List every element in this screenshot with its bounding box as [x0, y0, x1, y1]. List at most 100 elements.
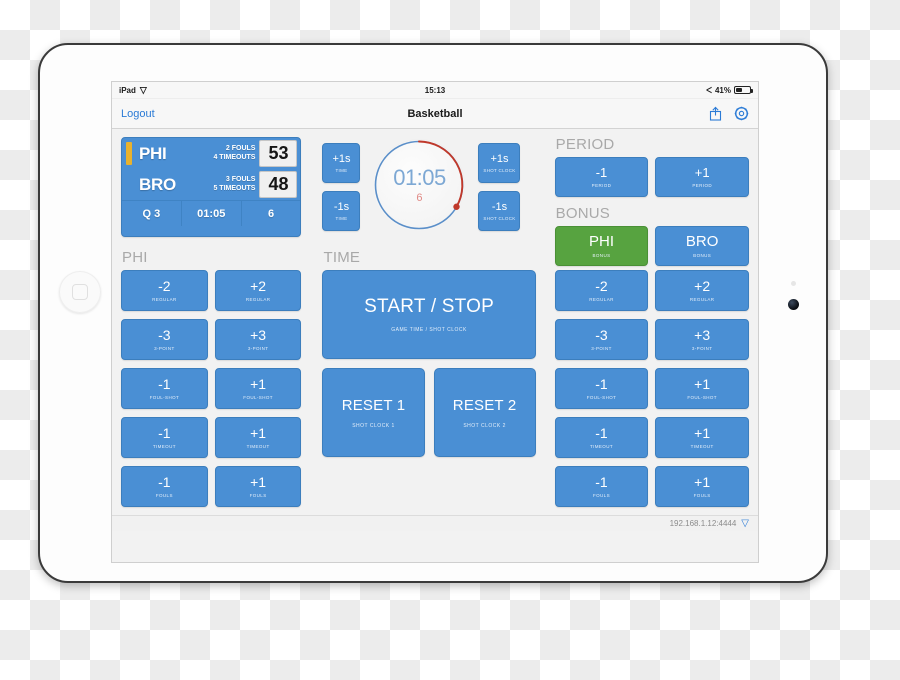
- reset-2-value: RESET 2: [452, 396, 517, 414]
- reset-2-button[interactable]: RESET 2 SHOT CLOCK 2: [433, 368, 536, 457]
- phi-plus-foulshot-button[interactable]: +1 FOUL-SHOT: [214, 368, 302, 409]
- bro-minus-foulshot-value: -1: [595, 376, 608, 393]
- phi-minus-3point-button[interactable]: -3 3-POINT: [121, 319, 208, 360]
- gear-icon[interactable]: [734, 106, 749, 121]
- home-button[interactable]: [59, 271, 101, 313]
- away-team-score: 48: [259, 171, 298, 198]
- period-plus-value: +1: [694, 164, 710, 180]
- wifi-icon: ▽: [741, 517, 749, 529]
- game-time-minus-value: -1s: [333, 200, 350, 213]
- period-plus-button[interactable]: +1 PERIOD: [655, 157, 750, 197]
- bro-plus-timeout-label: TIMEOUT: [690, 443, 714, 449]
- phi-plus-3point-value: +3: [250, 327, 267, 344]
- bro-plus-regular-button[interactable]: +2 REGULAR: [655, 270, 749, 311]
- bro-minus-fouls-button[interactable]: -1 FOULS: [554, 466, 649, 507]
- bro-plus-3point-button[interactable]: +3 3-POINT: [655, 319, 749, 360]
- bro-minus-regular-button[interactable]: -2 REGULAR: [554, 270, 649, 311]
- period-minus-button[interactable]: -1 PERIOD: [554, 157, 649, 197]
- status-clock: 15:13: [424, 85, 446, 95]
- phi-plus-timeout-button[interactable]: +1 TIMEOUT: [214, 417, 302, 458]
- reset-1-label: SHOT CLOCK 1: [352, 422, 395, 429]
- phi-plus-timeout-label: TIMEOUT: [246, 443, 270, 449]
- phi-button-grid: -2 REGULAR +2 REGULAR -3 3-POINT +3 3-PO…: [121, 270, 302, 507]
- reset-2-label: SHOT CLOCK 2: [463, 422, 506, 429]
- period-minus-label: PERIOD: [591, 183, 612, 189]
- phi-panel: PHI -2 REGULAR +2 REGULAR -3 3-POINT +3 …: [121, 249, 302, 522]
- bro-plus-timeout-button[interactable]: +1 TIMEOUT: [655, 417, 749, 458]
- phi-minus-regular-label: REGULAR: [152, 296, 177, 302]
- start-stop-label: GAME TIME / SHOT CLOCK: [391, 327, 467, 333]
- bro-minus-3point-label: 3-POINT: [591, 345, 612, 351]
- phi-minus-foulshot-value: -1: [158, 376, 171, 393]
- bro-minus-timeout-value: -1: [595, 425, 608, 442]
- share-icon[interactable]: [709, 106, 722, 121]
- game-time-minus-label: TIME: [335, 216, 348, 222]
- reset-button-row: RESET 1 SHOT CLOCK 1 RESET 2 SHOT CLOCK …: [322, 368, 536, 457]
- period-button-row: -1 PERIOD +1 PERIOD: [554, 157, 750, 197]
- phi-minus-timeout-value: -1: [158, 425, 171, 442]
- phi-minus-fouls-button[interactable]: -1 FOULS: [121, 466, 208, 507]
- phi-plus-foulshot-value: +1: [250, 376, 267, 393]
- bonus-button-row: PHI BONUS BRO BONUS: [554, 226, 750, 266]
- phi-plus-3point-button[interactable]: +3 3-POINT: [214, 319, 302, 360]
- bro-minus-3point-value: -3: [595, 327, 608, 344]
- phi-row-3point: -3 3-POINT +3 3-POINT: [121, 319, 302, 360]
- ipad-device-frame: iPad ▽ 15:13 ᐸ 41% Logout Basketball PHI…: [38, 43, 828, 583]
- phi-plus-3point-label: 3-POINT: [247, 345, 269, 351]
- server-address-label: 192.168.1.12:4444: [669, 519, 737, 528]
- phi-plus-timeout-value: +1: [250, 425, 267, 442]
- game-clock-dial[interactable]: 01:05 6: [373, 139, 466, 231]
- home-team-fouls: 2 FOULS: [225, 144, 256, 152]
- battery-icon: [734, 86, 753, 94]
- game-time-plus-button[interactable]: +1s TIME: [322, 143, 361, 183]
- bro-minus-3point-button[interactable]: -3 3-POINT: [554, 319, 649, 360]
- status-footer: 192.168.1.12:4444 ▽: [112, 515, 758, 531]
- navigation-bar: Logout Basketball: [112, 99, 758, 129]
- bro-plus-3point-value: +3: [694, 327, 711, 344]
- bonus-home-value: PHI: [589, 232, 615, 250]
- bro-plus-fouls-value: +1: [694, 474, 711, 491]
- phi-plus-regular-value: +2: [250, 278, 267, 295]
- phi-plus-regular-button[interactable]: +2 REGULAR: [214, 270, 302, 311]
- reset-1-value: RESET 1: [341, 396, 406, 414]
- phi-minus-regular-button[interactable]: -2 REGULAR: [121, 270, 208, 311]
- time-panel: TIME START / STOP GAME TIME / SHOT CLOCK…: [322, 250, 536, 522]
- reset-1-button[interactable]: RESET 1 SHOT CLOCK 1: [322, 368, 425, 457]
- ios-status-bar: iPad ▽ 15:13 ᐸ 41%: [112, 82, 758, 99]
- phi-minus-timeout-button[interactable]: -1 TIMEOUT: [121, 417, 208, 458]
- bonus-away-button[interactable]: BRO BONUS: [655, 226, 750, 266]
- battery-percent-label: 41%: [714, 85, 731, 95]
- bonus-away-label: BONUS: [693, 253, 712, 259]
- clock-shot-clock: 6: [416, 191, 423, 204]
- app-content: PHI 2 FOULS 4 TIMEOUTS 53 BRO 3 FOULS 5 …: [112, 129, 758, 531]
- home-team-abbr: PHI: [139, 143, 167, 163]
- bonus-home-label: BONUS: [592, 253, 611, 259]
- front-camera: [788, 299, 799, 310]
- start-stop-button[interactable]: START / STOP GAME TIME / SHOT CLOCK: [322, 270, 536, 359]
- bro-row-regular: -2 REGULAR +2 REGULAR: [554, 270, 749, 311]
- phi-plus-regular-label: REGULAR: [245, 296, 271, 302]
- bro-minus-timeout-button[interactable]: -1 TIMEOUT: [554, 417, 649, 458]
- bro-minus-foulshot-button[interactable]: -1 FOUL-SHOT: [554, 368, 649, 409]
- phi-plus-fouls-button[interactable]: +1 FOULS: [214, 466, 302, 507]
- shot-clock-minus-button[interactable]: -1s SHOT CLOCK: [478, 191, 521, 231]
- bro-plus-foulshot-button[interactable]: +1 FOUL-SHOT: [655, 368, 749, 409]
- bro-minus-fouls-label: FOULS: [592, 492, 610, 498]
- bro-row-foulshot: -1 FOUL-SHOT +1 FOUL-SHOT: [554, 368, 749, 409]
- shot-clock-minus-label: SHOT CLOCK: [483, 216, 516, 222]
- phi-heading: PHI: [122, 249, 148, 266]
- bro-minus-regular-value: -2: [595, 278, 608, 295]
- shot-clock-plus-button[interactable]: +1s SHOT CLOCK: [478, 143, 521, 183]
- bro-plus-fouls-button[interactable]: +1 FOULS: [655, 466, 749, 507]
- ipad-screen: iPad ▽ 15:13 ᐸ 41% Logout Basketball PHI…: [111, 81, 759, 563]
- phi-plus-fouls-label: FOULS: [249, 492, 267, 498]
- away-team-fouls: 3 FOULS: [225, 175, 256, 183]
- period-heading: PERIOD: [555, 136, 615, 153]
- summary-shot-clock: 6: [268, 207, 275, 220]
- phi-minus-foulshot-button[interactable]: -1 FOUL-SHOT: [121, 368, 208, 409]
- bluetooth-icon: ᐸ: [706, 85, 712, 95]
- bonus-home-button[interactable]: PHI BONUS: [554, 226, 649, 266]
- bro-plus-foulshot-value: +1: [694, 376, 711, 393]
- game-time-minus-button[interactable]: -1s TIME: [322, 191, 361, 231]
- scoreboard-summary: Q 3 01:05 6: [122, 200, 301, 226]
